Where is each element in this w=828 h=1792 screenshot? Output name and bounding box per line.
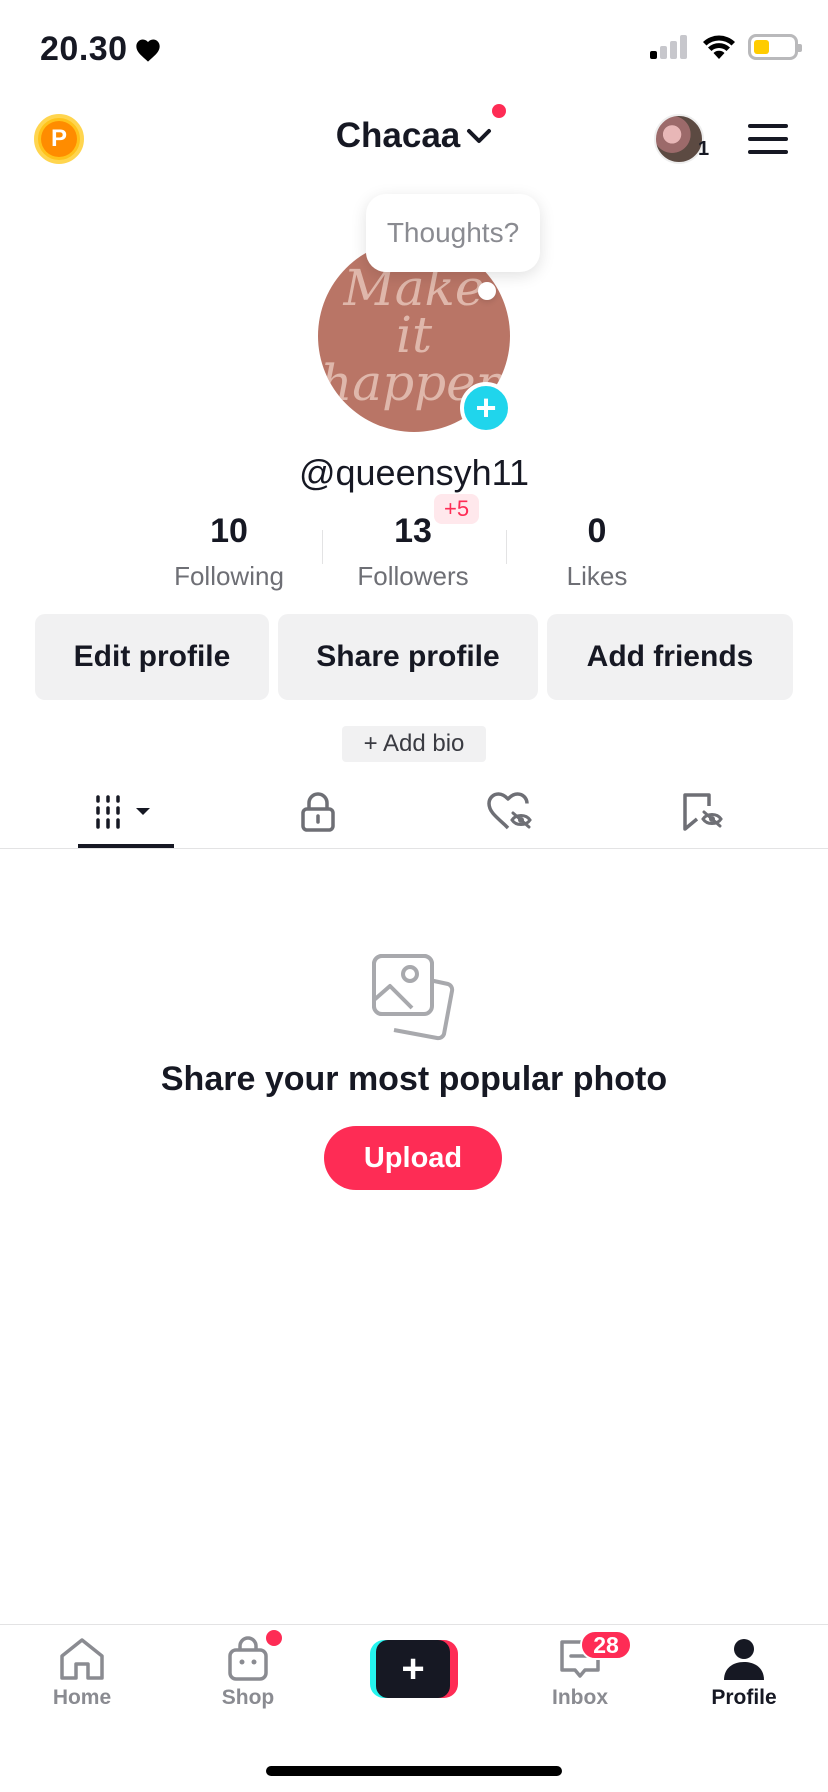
nav-profile[interactable]: Profile bbox=[684, 1636, 804, 1710]
heart-hidden-icon bbox=[487, 792, 532, 830]
thoughts-bubble[interactable]: Thoughts? bbox=[366, 194, 540, 272]
home-icon bbox=[60, 1638, 104, 1680]
tab-videos[interactable] bbox=[78, 784, 174, 840]
nav-label: Shop bbox=[221, 1686, 275, 1709]
nav-label: Profile bbox=[711, 1686, 777, 1709]
upload-button[interactable]: Upload bbox=[324, 1126, 502, 1190]
tab-private[interactable] bbox=[270, 784, 366, 840]
signal-icon bbox=[650, 35, 687, 59]
nav-divider bbox=[0, 1624, 828, 1625]
nav-shop[interactable]: Shop bbox=[188, 1636, 308, 1710]
plus-icon: + bbox=[376, 1640, 450, 1698]
shop-notification-dot bbox=[266, 1630, 282, 1646]
edit-profile-button[interactable]: Edit profile bbox=[35, 614, 269, 700]
stat-label: Followers bbox=[357, 561, 469, 591]
add-friends-button[interactable]: Add friends bbox=[547, 614, 793, 700]
tab-liked[interactable] bbox=[461, 784, 557, 840]
followers-delta-badge: +5 bbox=[434, 494, 480, 524]
friends-avatar[interactable] bbox=[654, 114, 704, 164]
username: @queensyh11 bbox=[298, 452, 530, 493]
add-bio-button[interactable]: + Add bio bbox=[342, 726, 486, 762]
chevron-down-icon bbox=[467, 129, 492, 143]
home-indicator bbox=[266, 1766, 562, 1776]
stat-label: Likes bbox=[566, 561, 628, 591]
nav-label: Home bbox=[52, 1686, 112, 1709]
lock-icon bbox=[301, 792, 335, 832]
account-name: Chacaa bbox=[335, 116, 461, 155]
stat-value: 0 bbox=[587, 512, 607, 550]
bubble-tail bbox=[478, 282, 496, 300]
stat-label: Following bbox=[174, 561, 284, 591]
grid-filter-icon bbox=[96, 795, 150, 829]
shopping-bag-icon bbox=[228, 1636, 268, 1681]
create-button[interactable]: + bbox=[370, 1640, 458, 1698]
stat-likes[interactable]: 0 Likes bbox=[505, 512, 689, 592]
photos-icon bbox=[372, 954, 455, 1041]
share-profile-button[interactable]: Share profile bbox=[278, 614, 538, 700]
account-switcher[interactable]: Chacaa bbox=[335, 104, 507, 156]
tab-favorites[interactable] bbox=[654, 784, 750, 840]
tab-divider bbox=[0, 848, 828, 849]
stat-followers[interactable]: 13 Followers bbox=[321, 512, 505, 592]
heart-icon bbox=[135, 39, 160, 62]
battery-icon bbox=[748, 34, 802, 60]
add-avatar-button[interactable]: + bbox=[460, 382, 512, 434]
profile-icon bbox=[724, 1639, 764, 1680]
inbox-count-badge: 28 bbox=[580, 1630, 632, 1660]
friends-count: 1 bbox=[698, 138, 710, 160]
stat-value: 10 bbox=[210, 512, 248, 550]
bookmark-hidden-icon bbox=[683, 793, 723, 831]
menu-icon[interactable] bbox=[748, 124, 788, 154]
nav-home[interactable]: Home bbox=[22, 1636, 142, 1710]
notification-dot bbox=[492, 104, 507, 118]
nav-label: Inbox bbox=[552, 1686, 608, 1709]
empty-state-message: Share your most popular photo bbox=[160, 1060, 668, 1098]
stat-following[interactable]: 10 Following bbox=[137, 512, 321, 592]
thoughts-text: Thoughts? bbox=[386, 217, 520, 248]
wifi-icon bbox=[703, 35, 735, 59]
status-indicators bbox=[650, 34, 802, 60]
status-time: 20.30 bbox=[40, 30, 162, 69]
